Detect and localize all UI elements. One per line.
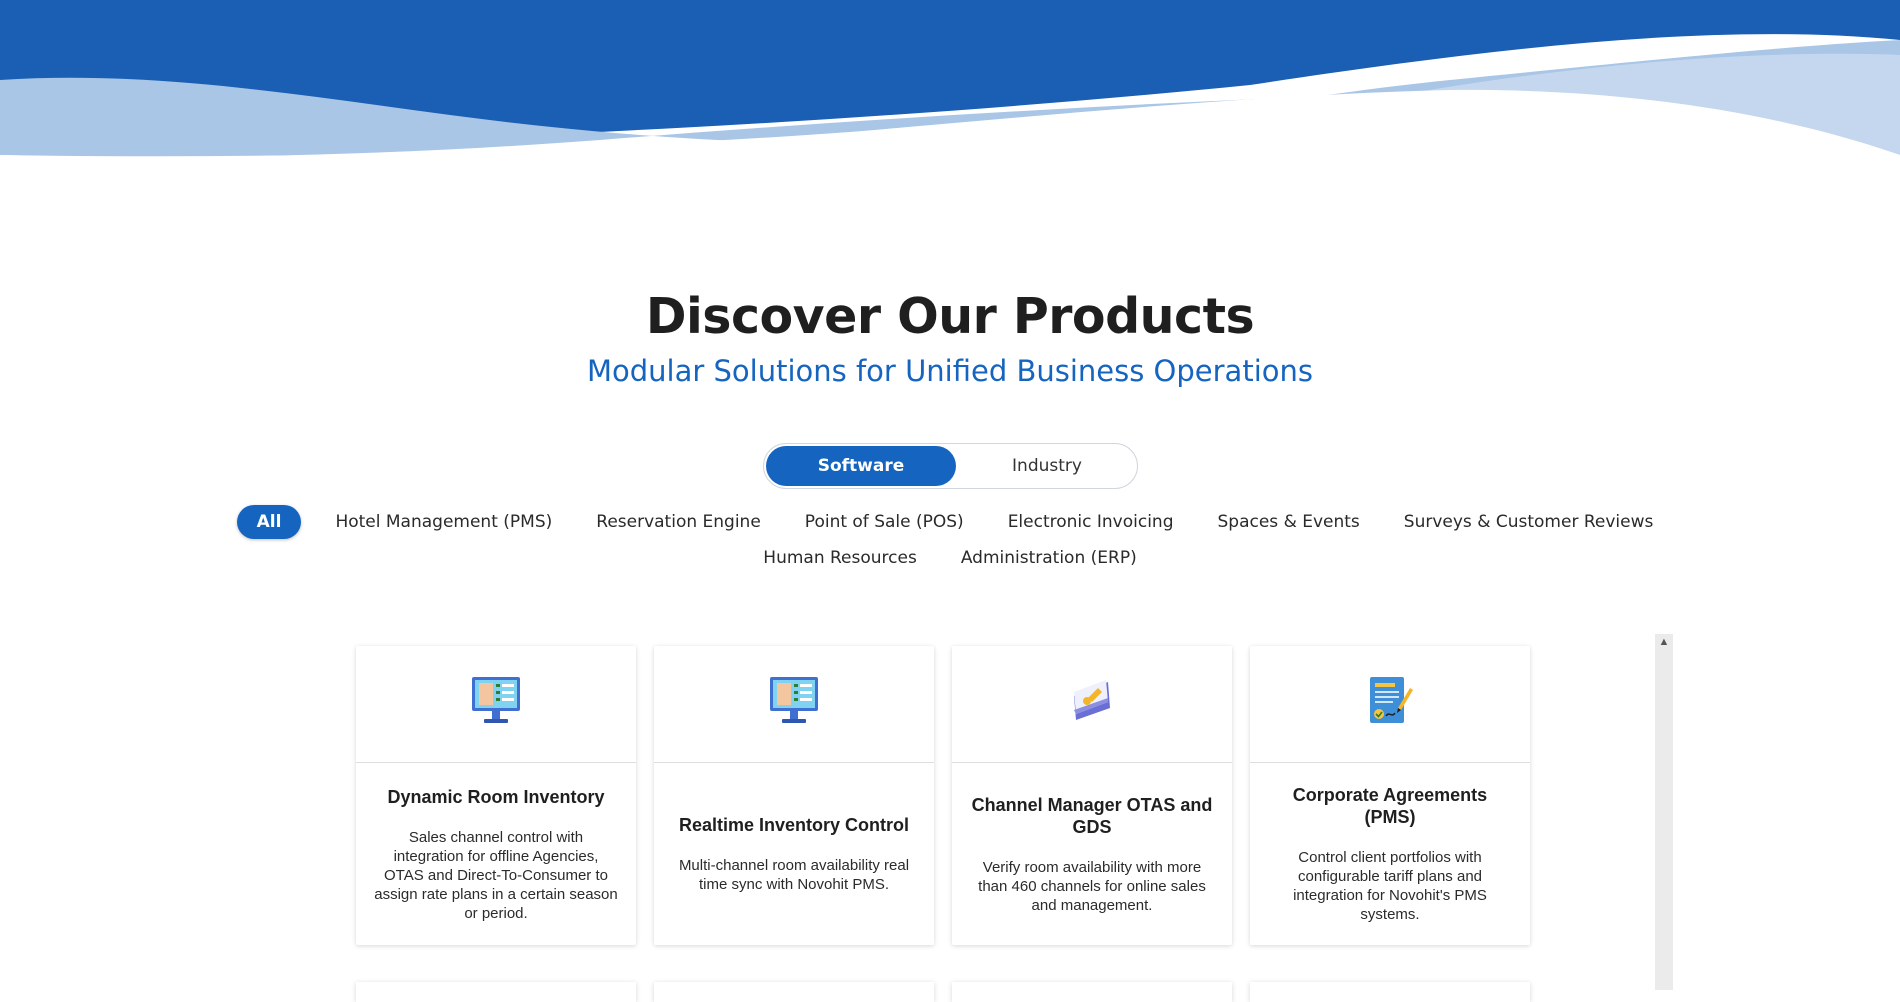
card-key-icon (1074, 680, 1110, 720)
card-body: Realtime Inventory Control Multi-channel… (672, 763, 916, 945)
card-title: Corporate Agreements (PMS) (1292, 785, 1488, 827)
hero-banner-wave (0, 0, 1900, 170)
filter-surveys-reviews[interactable]: Surveys & Customer Reviews (1394, 506, 1664, 538)
monitor-checklist-icon (770, 677, 818, 723)
scroll-up-arrow-icon[interactable]: ▲ (1655, 634, 1673, 650)
card-icon-area (356, 646, 636, 763)
contract-signature-icon (1370, 677, 1413, 723)
card-body: Dynamic Room Inventory Sales channel con… (374, 763, 618, 945)
software-toggle-button[interactable]: Software (766, 446, 956, 486)
product-card-partial[interactable] (952, 982, 1232, 1002)
card-description: Control client portfolios with configura… (1293, 849, 1487, 923)
filter-hotel-management[interactable]: Hotel Management (PMS) (325, 506, 562, 538)
card-body: Corporate Agreements (PMS) Control clien… (1268, 763, 1512, 945)
product-card-partial[interactable] (356, 982, 636, 1002)
filter-human-resources[interactable]: Human Resources (753, 542, 927, 574)
card-title: Dynamic Room Inventory (387, 786, 605, 807)
filter-reservation-engine[interactable]: Reservation Engine (586, 506, 771, 538)
card-description: Verify room availability with more than … (978, 858, 1206, 914)
filter-row-2: Human Resources Administration (ERP) (0, 540, 1900, 576)
card-title: Realtime Inventory Control (678, 815, 910, 835)
card-icon-area (654, 646, 934, 763)
product-card-partial[interactable] (1250, 982, 1530, 1002)
product-card[interactable]: Corporate Agreements (PMS) Control clien… (1250, 646, 1530, 945)
filter-administration-erp[interactable]: Administration (ERP) (951, 542, 1147, 574)
category-filters: All Hotel Management (PMS) Reservation E… (0, 504, 1900, 576)
industry-toggle-button[interactable]: Industry (958, 446, 1136, 486)
page-subtitle: Modular Solutions for Unified Business O… (586, 354, 1313, 388)
card-title: Channel Manager OTAS and GDS (971, 794, 1213, 837)
card-description: Sales channel control with integration f… (374, 828, 618, 922)
product-card[interactable]: Realtime Inventory Control Multi-channel… (654, 646, 934, 945)
filter-row-1: All Hotel Management (PMS) Reservation E… (0, 504, 1900, 540)
filter-all[interactable]: All (236, 505, 302, 539)
card-body: Channel Manager OTAS and GDS Verify room… (970, 763, 1214, 945)
card-description: Multi-channel room availability real tim… (678, 857, 910, 893)
page-title: Discover Our Products (645, 288, 1255, 345)
filter-point-of-sale[interactable]: Point of Sale (POS) (795, 506, 974, 538)
product-card-partial[interactable] (654, 982, 934, 1002)
product-card[interactable]: Channel Manager OTAS and GDS Verify room… (952, 646, 1232, 945)
filter-electronic-invoicing[interactable]: Electronic Invoicing (998, 506, 1184, 538)
cards-scrollbar[interactable] (1655, 634, 1673, 990)
software-industry-toggle: Software Industry (763, 443, 1138, 489)
filter-spaces-events[interactable]: Spaces & Events (1208, 506, 1370, 538)
product-card[interactable]: Dynamic Room Inventory Sales channel con… (356, 646, 636, 945)
monitor-checklist-icon (472, 677, 520, 723)
card-icon-area (952, 646, 1232, 763)
card-icon-area (1250, 646, 1530, 763)
